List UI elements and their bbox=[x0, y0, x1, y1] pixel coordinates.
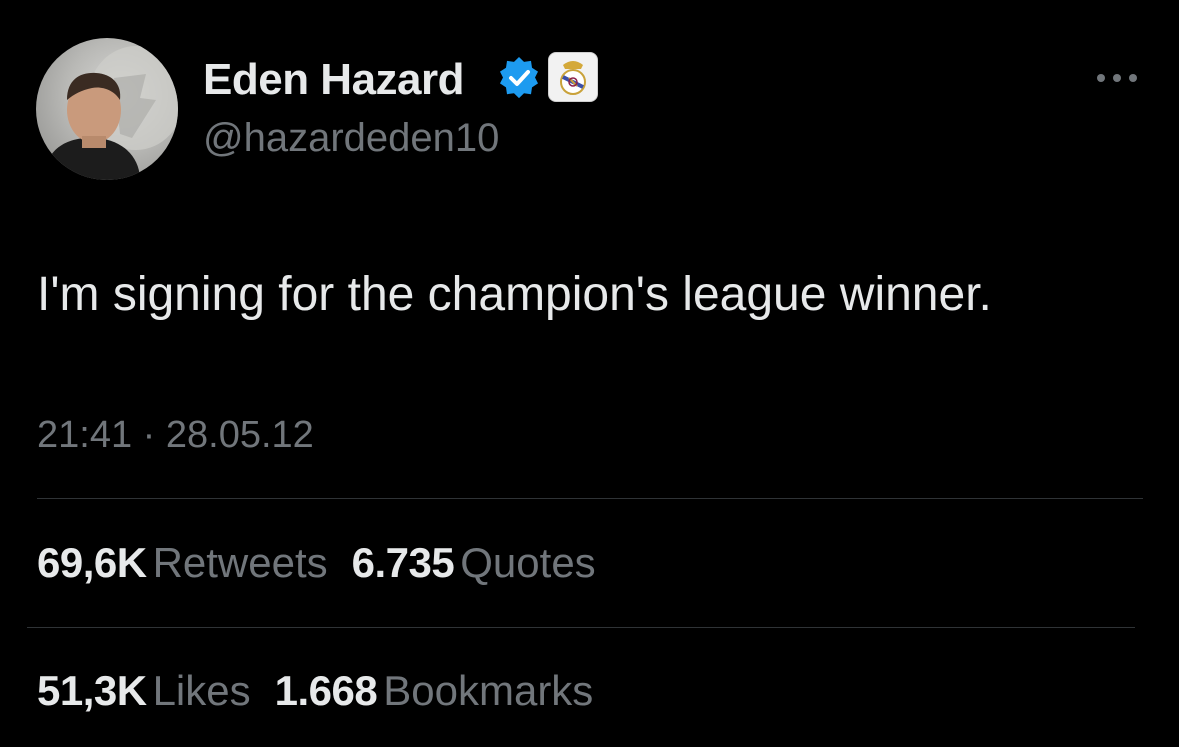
avatar-photo bbox=[44, 46, 178, 180]
bookmarks-count: 1.668 bbox=[274, 667, 378, 714]
tweet-text: I'm signing for the champion's league wi… bbox=[37, 268, 992, 321]
tweet-detail: Eden Hazard @hazardeden10 I'm signing fo… bbox=[0, 0, 1179, 747]
timestamp-separator: · bbox=[142, 414, 156, 456]
retweets-label: Retweets bbox=[152, 539, 328, 586]
tweet-timestamp[interactable]: 21:41 · 28.05.12 bbox=[37, 412, 314, 458]
verified-badge-icon[interactable] bbox=[497, 56, 541, 100]
likes-label: Likes bbox=[152, 667, 251, 714]
retweets-count: 69,6K bbox=[37, 539, 147, 586]
likes-stat[interactable]: 51,3K Likes bbox=[37, 667, 275, 714]
tweet-date: 28.05.12 bbox=[165, 414, 314, 456]
stats-row-shares: 69,6K Retweets 6.735 Quotes bbox=[37, 538, 620, 588]
quotes-label: Quotes bbox=[460, 539, 596, 586]
bookmarks-stat[interactable]: 1.668 Bookmarks bbox=[275, 667, 618, 714]
divider bbox=[27, 627, 1135, 628]
tweet-time: 21:41 bbox=[37, 414, 133, 456]
real-madrid-crest-icon bbox=[560, 61, 586, 95]
author-display-name[interactable]: Eden Hazard bbox=[203, 54, 465, 106]
affiliate-badge[interactable] bbox=[548, 52, 598, 102]
stats-row-engagement: 51,3K Likes 1.668 Bookmarks bbox=[37, 666, 617, 716]
author-handle[interactable]: @hazardeden10 bbox=[203, 114, 499, 162]
bookmarks-label: Bookmarks bbox=[383, 667, 594, 714]
likes-count: 51,3K bbox=[37, 667, 147, 714]
quotes-count: 6.735 bbox=[351, 539, 455, 586]
quotes-stat[interactable]: 6.735 Quotes bbox=[352, 539, 620, 586]
divider bbox=[37, 498, 1143, 499]
retweets-stat[interactable]: 69,6K Retweets bbox=[37, 539, 352, 586]
avatar[interactable] bbox=[36, 38, 178, 180]
more-horizontal-icon[interactable] bbox=[1094, 68, 1140, 88]
